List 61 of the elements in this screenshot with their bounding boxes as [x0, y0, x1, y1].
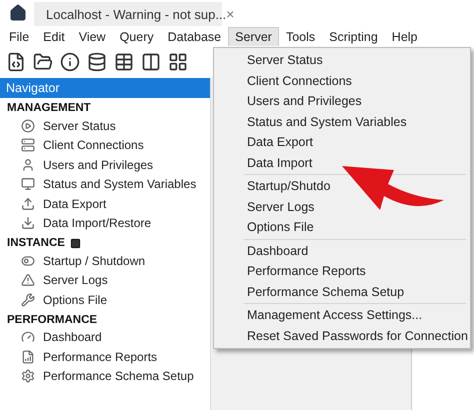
navigator-item[interactable]: Server Logs	[43, 273, 108, 288]
navigator-item[interactable]: Server Status	[43, 118, 116, 133]
navigator-item[interactable]: Startup / Shutdown	[43, 254, 146, 268]
menu-item[interactable]: File	[2, 26, 36, 46]
open-folder-icon[interactable]	[33, 52, 53, 72]
menu-item[interactable]: Query	[112, 26, 161, 46]
square-icon	[70, 238, 81, 248]
gauge-icon	[21, 330, 35, 344]
wrench-icon	[21, 292, 35, 307]
dropdown-item[interactable]: Performance Reports	[214, 261, 470, 282]
tab-title: Localhost - Warning - not sup...	[46, 6, 226, 22]
monitor-icon	[21, 177, 35, 192]
menu-item[interactable]: Database	[160, 26, 228, 46]
database-icon[interactable]	[87, 52, 107, 72]
menu-item[interactable]: Help	[384, 26, 425, 46]
sql-file-icon[interactable]	[6, 52, 26, 72]
table-icon[interactable]	[114, 52, 134, 72]
section-title: PERFORMANCE	[7, 314, 98, 326]
menu-item[interactable]: Edit	[36, 26, 72, 46]
navigator-item[interactable]: Performance Schema Setup	[43, 369, 194, 384]
upload-icon	[21, 196, 35, 211]
section-title: MANAGEMENT	[7, 102, 91, 114]
dropdown-item[interactable]: Server Status	[214, 50, 470, 70]
menu-item[interactable]: View	[72, 26, 113, 46]
dropdown-item[interactable]: Reset Saved Passwords for Connection	[214, 326, 470, 346]
menu-item[interactable]: Server	[228, 26, 279, 46]
menu-item[interactable]: Scripting	[322, 26, 385, 46]
navigator-item[interactable]: Data Import/Restore	[43, 216, 152, 230]
section-title: INSTANCE	[7, 237, 65, 249]
navigator-item[interactable]: Status and System Variables	[43, 177, 196, 192]
navigator-item[interactable]: Performance Reports	[43, 350, 158, 364]
close-button[interactable]: ×	[226, 6, 234, 22]
view-icon[interactable]	[141, 52, 161, 72]
dropdown-item[interactable]: Data Export	[214, 132, 470, 152]
dropdown-item[interactable]: Startup/Shutdo	[214, 176, 470, 196]
server-icon	[21, 138, 35, 152]
navigator-item[interactable]: Client Connections	[43, 138, 144, 152]
navigator-item[interactable]: Dashboard	[43, 330, 102, 344]
menu-item[interactable]: Tools	[278, 26, 322, 46]
user-icon	[21, 158, 35, 172]
navigator-item[interactable]: Users and Privileges	[43, 158, 154, 172]
grid-icon[interactable]	[168, 52, 188, 72]
dropdown-item[interactable]: Users and Privileges	[214, 91, 470, 112]
info-icon[interactable]	[60, 52, 80, 72]
warning-icon	[21, 273, 35, 288]
dropdown-item[interactable]: Client Connections	[214, 70, 470, 91]
download-icon	[21, 216, 35, 230]
dropdown-item[interactable]: Options File	[214, 217, 470, 238]
navigator-header: Navigator	[0, 78, 210, 98]
play-icon	[21, 118, 35, 133]
dropdown-item[interactable]: Management Access Settings...	[214, 305, 470, 326]
dropdown-item[interactable]: Performance Schema Setup	[214, 282, 470, 302]
dropdown-item[interactable]: Dashboard	[214, 240, 470, 261]
report-icon	[21, 350, 35, 364]
dropdown-item[interactable]: Data Import	[214, 152, 470, 173]
navigator-item[interactable]: Data Export	[43, 196, 106, 211]
navigator-item[interactable]: Options File	[43, 292, 108, 307]
gear-icon	[21, 369, 35, 384]
toggle-icon	[21, 254, 35, 268]
dropdown-item[interactable]: Status and System Variables	[214, 112, 470, 132]
dropdown-item[interactable]: Server Logs	[214, 196, 470, 217]
